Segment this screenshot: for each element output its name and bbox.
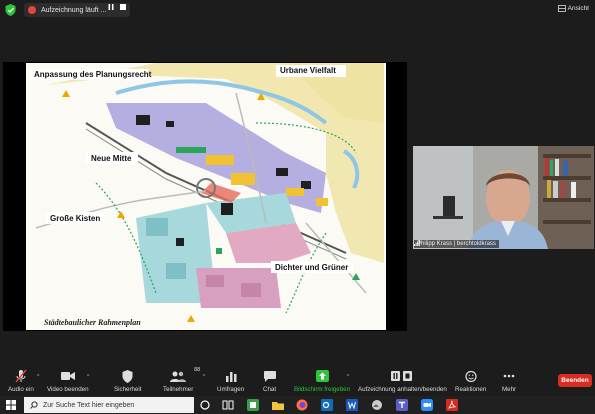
participants-options-chevron-icon[interactable]: ^ [203, 374, 205, 380]
more-ellipsis-icon [503, 374, 515, 378]
polls-label: Umfragen [217, 386, 245, 393]
presentation-slide: Anpassung des Planungsrecht Urbane Vielf… [26, 63, 386, 330]
audio-button[interactable]: Audio ein [8, 368, 34, 393]
more-label: Mehr [502, 386, 517, 393]
outlook-icon[interactable] [321, 399, 333, 411]
pause-recording-icon[interactable] [107, 3, 115, 11]
word-icon[interactable] [346, 399, 358, 411]
record-dot-icon [28, 6, 36, 14]
microphone-muted-icon [15, 369, 27, 383]
grid-view-icon [557, 5, 566, 12]
participants-people-icon [170, 371, 187, 382]
slide-heading-dichter-gruener: Dichter und Grüner [275, 263, 349, 272]
firefox-icon[interactable] [296, 399, 308, 411]
security-button[interactable]: Sicherheit [114, 368, 142, 393]
share-screen-label: Bildschirm freigeben [294, 386, 351, 393]
search-icon [30, 401, 38, 409]
share-options-chevron-icon[interactable]: ^ [347, 374, 349, 380]
reactions-label: Reaktionen [455, 386, 487, 393]
reactions-button[interactable]: Reaktionen [455, 368, 486, 393]
participant-name: Philipp Krass | berchtoldkrass [417, 241, 496, 247]
recording-control-button[interactable]: Aufzeichnung anhalten/beenden [358, 368, 447, 393]
stop-recording-icon[interactable] [119, 3, 127, 11]
end-meeting-button[interactable]: Beenden [558, 374, 592, 387]
cortana-circle-icon[interactable] [199, 399, 211, 411]
participants-count: 88 [194, 367, 201, 373]
urban-plan-map [26, 63, 386, 330]
polls-button[interactable]: Umfragen [217, 368, 244, 393]
share-screen-arrow-icon [315, 370, 329, 382]
pause-stop-recording-icon [391, 371, 413, 381]
video-camera-icon [60, 372, 75, 380]
teams-icon[interactable] [396, 399, 408, 411]
video-options-chevron-icon[interactable]: ^ [87, 374, 89, 380]
recording-control-label: Aufzeichnung anhalten/beenden [358, 386, 447, 393]
slide-caption: Städtebaulicher Rahmenplan [44, 318, 141, 327]
windows-start-icon[interactable] [6, 400, 16, 410]
acrobat-pdf-icon[interactable] [446, 399, 458, 411]
file-explorer-icon[interactable] [272, 399, 284, 411]
view-label: Ansicht [567, 5, 589, 12]
zoom-app-icon[interactable] [421, 399, 433, 411]
chat-button[interactable]: Chat [263, 368, 276, 393]
view-button[interactable]: Ansicht [557, 5, 589, 12]
signal-strength-icon [414, 240, 420, 246]
slide-heading-urbane-vielfalt: Urbane Vielfalt [280, 66, 336, 75]
audio-label: Audio ein [8, 386, 34, 393]
search-placeholder: Zur Suche Text hier eingeben [43, 401, 135, 409]
slide-heading-grosse-kisten: Große Kisten [50, 214, 101, 223]
participant-video-frame [413, 146, 594, 249]
windows-taskbar: Zur Suche Text hier eingeben [0, 396, 595, 414]
participant-name-tag: Philipp Krass | berchtoldkrass [414, 240, 499, 248]
security-shield-icon[interactable] [5, 4, 16, 16]
participant-video-tile[interactable]: Philipp Krass | berchtoldkrass [413, 146, 594, 249]
share-screen-button[interactable]: Bildschirm freigeben [294, 368, 350, 393]
reactions-smiley-icon [465, 370, 477, 382]
security-shield-icon [122, 369, 133, 383]
participants-button[interactable]: 88 Teilnehmer [163, 367, 200, 393]
zoom-meeting-window: Aufzeichnung läuft ... Ansicht Anpassung… [0, 0, 595, 414]
chat-label: Chat [263, 386, 277, 393]
slide-heading-planungsrecht: Anpassung des Planungsrecht [34, 70, 152, 79]
recording-label: Aufzeichnung läuft ... [41, 6, 107, 14]
shared-screen: Anpassung des Planungsrecht Urbane Vielf… [3, 62, 407, 331]
green-app-icon[interactable] [247, 399, 259, 411]
security-label: Sicherheit [114, 386, 142, 393]
audio-options-chevron-icon[interactable]: ^ [37, 374, 39, 380]
photos-app-icon[interactable] [371, 399, 383, 411]
meeting-controls-toolbar: Audio ein ^ Video beenden ^ Sicherheit 8… [0, 366, 595, 396]
chat-bubble-icon [263, 370, 276, 382]
task-view-icon[interactable] [222, 399, 234, 411]
slide-heading-neue-mitte: Neue Mitte [91, 154, 132, 163]
taskbar-search-box[interactable]: Zur Suche Text hier eingeben [24, 397, 194, 413]
polls-bar-chart-icon [225, 371, 237, 382]
more-button[interactable]: Mehr [502, 368, 516, 393]
video-button[interactable]: Video beenden [47, 368, 89, 393]
participants-label: Teilnehmer [163, 386, 194, 393]
meeting-top-bar: Aufzeichnung läuft ... Ansicht [0, 0, 595, 20]
video-label: Video beenden [47, 386, 89, 393]
